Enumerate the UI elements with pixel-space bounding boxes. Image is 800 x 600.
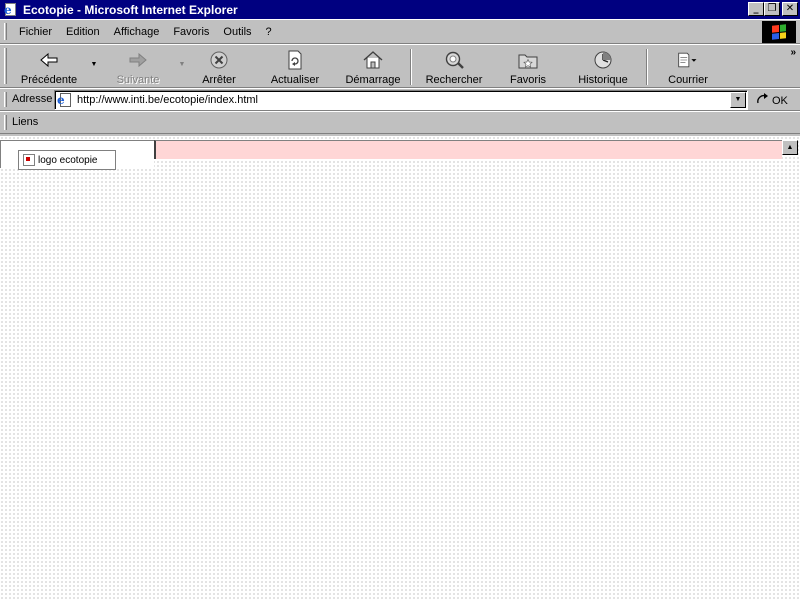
vertical-scrollbar[interactable]: ▲ — [782, 140, 798, 155]
history-label: Historique — [578, 74, 628, 86]
address-field[interactable]: e ▼ — [54, 90, 748, 110]
go-label: OK — [772, 94, 788, 107]
refresh-button[interactable]: Actualiser — [250, 47, 340, 87]
favorites-icon — [517, 50, 539, 70]
menu-outils[interactable]: Outils — [216, 26, 258, 38]
menu-edition[interactable]: Edition — [59, 26, 107, 38]
menu-bar: Fichier Edition Affichage Favoris Outils… — [0, 19, 800, 44]
stop-button[interactable]: Arrêter — [188, 47, 250, 87]
ie-page-icon: e — [3, 2, 19, 18]
home-label: Démarrage — [345, 74, 401, 86]
favorites-label: Favoris — [509, 74, 547, 86]
home-icon — [362, 50, 384, 70]
broken-logo-image[interactable]: logo ecotopie — [18, 150, 116, 170]
go-button[interactable]: OK — [756, 92, 788, 109]
back-dropdown-arrow[interactable]: ▼ — [88, 47, 100, 87]
address-dropdown-button[interactable]: ▼ — [730, 92, 746, 108]
title-bar[interactable]: e Ecotopie - Microsoft Internet Explorer… — [0, 0, 800, 19]
history-button[interactable]: Historique — [564, 47, 642, 87]
address-label: Adresse — [12, 93, 53, 105]
refresh-label: Actualiser — [270, 74, 320, 86]
toolbar-separator — [410, 49, 412, 85]
windows-logo-icon — [772, 24, 786, 40]
home-button[interactable]: Démarrage — [340, 47, 406, 87]
mail-label: Courrier — [668, 74, 708, 86]
minimize-button[interactable]: _ — [748, 2, 764, 16]
window-controls: _ ❐ ✕ — [748, 2, 798, 16]
favorites-button[interactable]: Favoris — [492, 47, 564, 87]
refresh-icon — [284, 50, 306, 70]
stop-icon — [208, 50, 230, 70]
mail-button[interactable]: Courrier — [652, 47, 724, 87]
page-content: logo ecotopie ▲ — [0, 136, 800, 600]
back-label: Précédente — [20, 74, 78, 86]
ie-page-icon: e — [57, 92, 73, 108]
menu-help[interactable]: ? — [259, 26, 279, 38]
forward-dropdown-arrow[interactable]: ▼ — [176, 47, 188, 87]
forward-button[interactable]: Suivante — [100, 47, 176, 87]
menu-favoris[interactable]: Favoris — [166, 26, 216, 38]
toolbar-overflow-chevron[interactable]: » — [790, 47, 796, 58]
broken-image-icon — [23, 154, 35, 166]
search-icon — [443, 50, 465, 70]
search-label: Rechercher — [425, 74, 483, 86]
scroll-up-button[interactable]: ▲ — [782, 140, 798, 155]
go-arrow-icon — [756, 92, 770, 109]
close-button[interactable]: ✕ — [782, 2, 798, 16]
back-button[interactable]: Précédente — [10, 47, 88, 87]
menu-affichage[interactable]: Affichage — [107, 26, 167, 38]
address-input[interactable] — [77, 92, 717, 108]
right-frame — [154, 140, 782, 159]
links-grip[interactable] — [4, 115, 7, 130]
links-bar: Liens — [0, 111, 800, 134]
search-button[interactable]: Rechercher — [416, 47, 492, 87]
window-title: Ecotopie - Microsoft Internet Explorer — [23, 2, 238, 17]
toolbar-separator — [646, 49, 648, 85]
image-alt-text: logo ecotopie — [38, 154, 98, 166]
forward-arrow-icon — [127, 50, 149, 70]
maximize-button[interactable]: ❐ — [764, 2, 780, 16]
address-grip[interactable] — [4, 92, 7, 107]
forward-label: Suivante — [116, 74, 160, 86]
standard-toolbar: Précédente ▼ Suivante ▼ Arrêter Actualis… — [0, 44, 800, 88]
back-arrow-icon — [38, 50, 60, 70]
stop-label: Arrêter — [202, 74, 236, 86]
toolbar-grip[interactable] — [4, 48, 7, 84]
windows-throbber — [762, 21, 796, 43]
mail-icon — [677, 50, 699, 70]
menu-grip[interactable] — [4, 23, 7, 40]
menu-fichier[interactable]: Fichier — [12, 26, 59, 38]
address-bar: Adresse e ▼ OK — [0, 88, 800, 111]
history-icon — [592, 50, 614, 70]
links-label[interactable]: Liens — [12, 116, 38, 128]
